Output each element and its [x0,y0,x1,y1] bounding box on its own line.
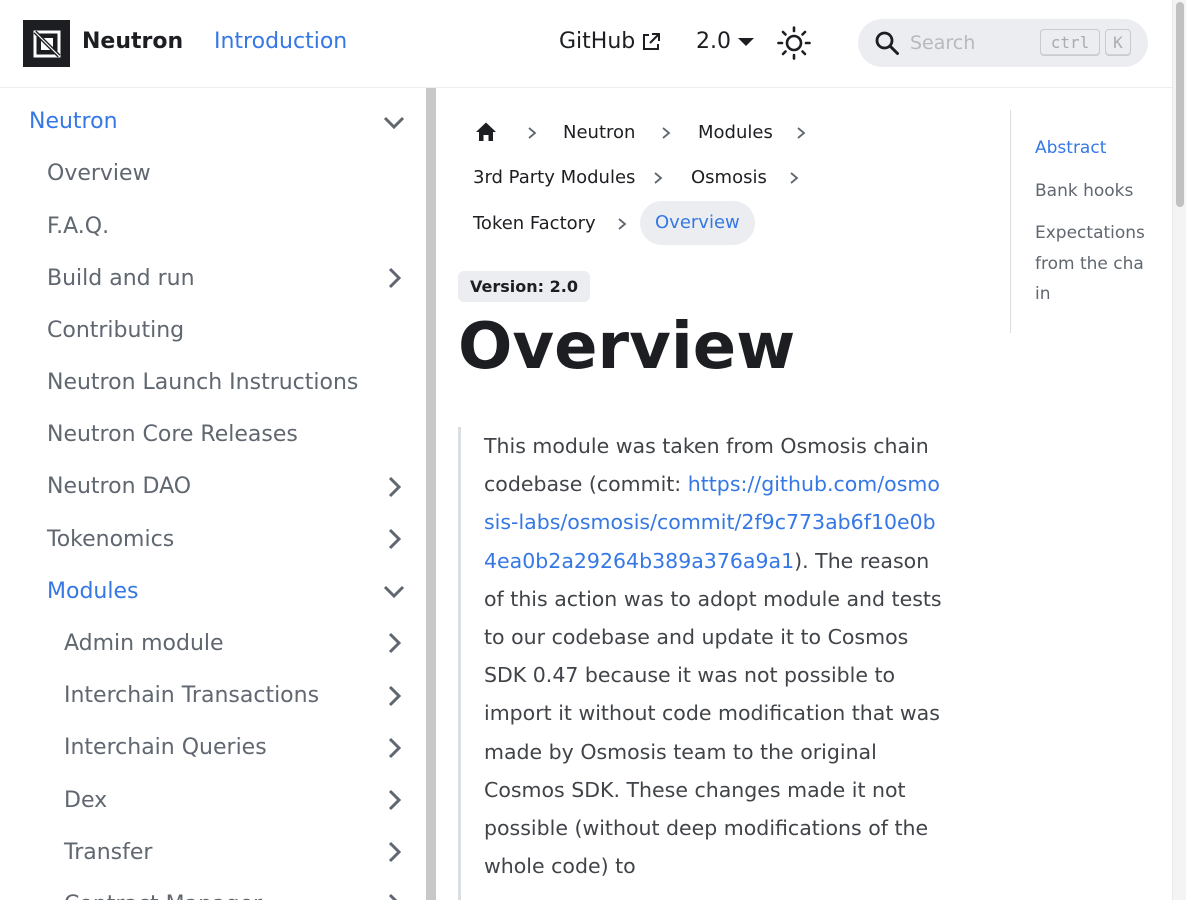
search-box[interactable]: ctrl K [858,19,1148,67]
github-link-label: GitHub [559,29,636,54]
chevron-right-icon[interactable] [381,526,407,552]
breadcrumb-item[interactable]: Token Factory [473,213,596,234]
sidebar-item-label: Build and run [47,265,195,291]
sun-icon [777,26,811,60]
nav-introduction-link[interactable]: Introduction [214,29,347,54]
sidebar-item-core-releases[interactable]: Neutron Core Releases [47,411,298,457]
breadcrumb-separator-icon [790,172,799,184]
navbar: Neutron Introduction GitHub 2.0 Search c… [0,0,1172,88]
sidebar-item-label: Contract Manager [64,892,262,900]
sidebar-item-tokenomics[interactable]: Tokenomics [47,516,174,562]
sidebar: Neutron Overview F.A.Q. Build and run Co… [0,88,426,900]
breadcrumb-current: Overview [640,201,755,245]
blockquote-text: This module was taken from Osmosis chain… [484,427,944,885]
breadcrumb-item[interactable]: Modules [698,122,773,143]
sidebar-item-label: Contributing [47,317,185,343]
chevron-right-icon[interactable] [381,839,407,865]
sidebar-item-label: F.A.Q. [47,213,110,239]
sidebar-item-contributing[interactable]: Contributing [47,307,184,353]
chevron-right-icon[interactable] [381,265,407,291]
toc-item-expectations[interactable]: Expectations from the chain [1035,218,1145,310]
sidebar-item-label: Overview [47,160,151,186]
breadcrumb-separator-icon [618,218,627,230]
sidebar-item-label: Neutron Launch Instructions [47,369,359,395]
home-icon[interactable] [475,121,497,143]
chevron-right-icon[interactable] [381,683,407,709]
main-content: Neutron Modules 3rd Party Modules Osmosi… [436,88,1008,900]
external-link-icon [643,32,661,50]
page-scrollbar[interactable] [1172,0,1186,900]
sidebar-item-label: Dex [64,787,108,813]
sidebar-item-contract-manager[interactable]: Contract Manager [64,881,262,900]
chevron-down-icon[interactable] [381,578,407,604]
kbd-k: K [1105,29,1131,56]
version-dropdown[interactable]: 2.0 [696,29,755,54]
chevron-right-icon[interactable] [381,787,407,813]
brand-title[interactable]: Neutron [82,29,183,54]
breadcrumb-item[interactable]: Neutron [563,122,635,143]
toc-item-bank-hooks[interactable]: Bank hooks [1035,176,1145,207]
breadcrumb-separator-icon [797,127,806,139]
sidebar-item-dex[interactable]: Dex [64,777,107,823]
chevron-down-icon[interactable] [381,109,407,135]
sidebar-item-label: Admin module [64,630,224,656]
toc-item-abstract[interactable]: Abstract [1035,133,1145,164]
sidebar-item-label: Neutron DAO [47,473,192,499]
sidebar-item-admin-module[interactable]: Admin module [64,620,224,666]
sidebar-item-modules[interactable]: Modules [47,568,138,614]
nav-github-link[interactable]: GitHub [559,29,661,54]
breadcrumb-separator-icon [662,127,671,139]
sidebar-item-label: Neutron Core Releases [47,421,298,447]
page-scrollbar-thumb[interactable] [1176,2,1184,207]
breadcrumb-separator-icon [654,172,663,184]
sidebar-item-overview[interactable]: Overview [47,150,151,196]
sidebar-item-label: Transfer [64,839,153,865]
sidebar-item-faq[interactable]: F.A.Q. [47,203,109,249]
version-dropdown-label: 2.0 [696,29,731,54]
breadcrumb-item[interactable]: 3rd Party Modules [473,167,635,188]
sidebar-item-build-and-run[interactable]: Build and run [47,255,195,301]
chevron-right-icon[interactable] [381,630,407,656]
sidebar-item-label: Interchain Transactions [64,682,320,708]
breadcrumb-separator-icon [528,127,537,139]
chevron-right-icon[interactable] [381,891,407,900]
breadcrumb-item[interactable]: Osmosis [691,167,767,188]
sidebar-item-label: Neutron [29,108,118,134]
theme-toggle-button[interactable] [774,23,814,63]
sidebar-item-label: Modules [47,578,139,604]
caret-down-icon [738,37,754,46]
quote-text-after: ). The reason of this action was to adop… [484,548,942,879]
sidebar-scrollbar[interactable] [426,88,436,900]
version-badge: Version: 2.0 [458,271,590,302]
sidebar-item-transfer[interactable]: Transfer [64,829,152,875]
chevron-right-icon[interactable] [381,735,407,761]
sidebar-item-neutron[interactable]: Neutron [29,98,118,144]
kbd-ctrl: ctrl [1040,29,1100,56]
chevron-right-icon[interactable] [381,474,407,500]
table-of-contents: Abstract Bank hooks Expectations from th… [1010,110,1160,333]
search-input[interactable] [910,32,1030,54]
sidebar-item-interchain-transactions[interactable]: Interchain Transactions [64,672,319,718]
neutron-logo-icon[interactable] [23,20,70,67]
sidebar-item-interchain-queries[interactable]: Interchain Queries [64,724,267,770]
info-blockquote: This module was taken from Osmosis chain… [458,427,942,900]
sidebar-item-label: Interchain Queries [64,734,267,760]
page-title: Overview [458,310,796,384]
search-icon [875,31,899,55]
sidebar-item-label: Tokenomics [47,526,175,552]
sidebar-item-neutron-dao[interactable]: Neutron DAO [47,463,191,509]
sidebar-item-launch-instructions[interactable]: Neutron Launch Instructions [47,359,358,405]
